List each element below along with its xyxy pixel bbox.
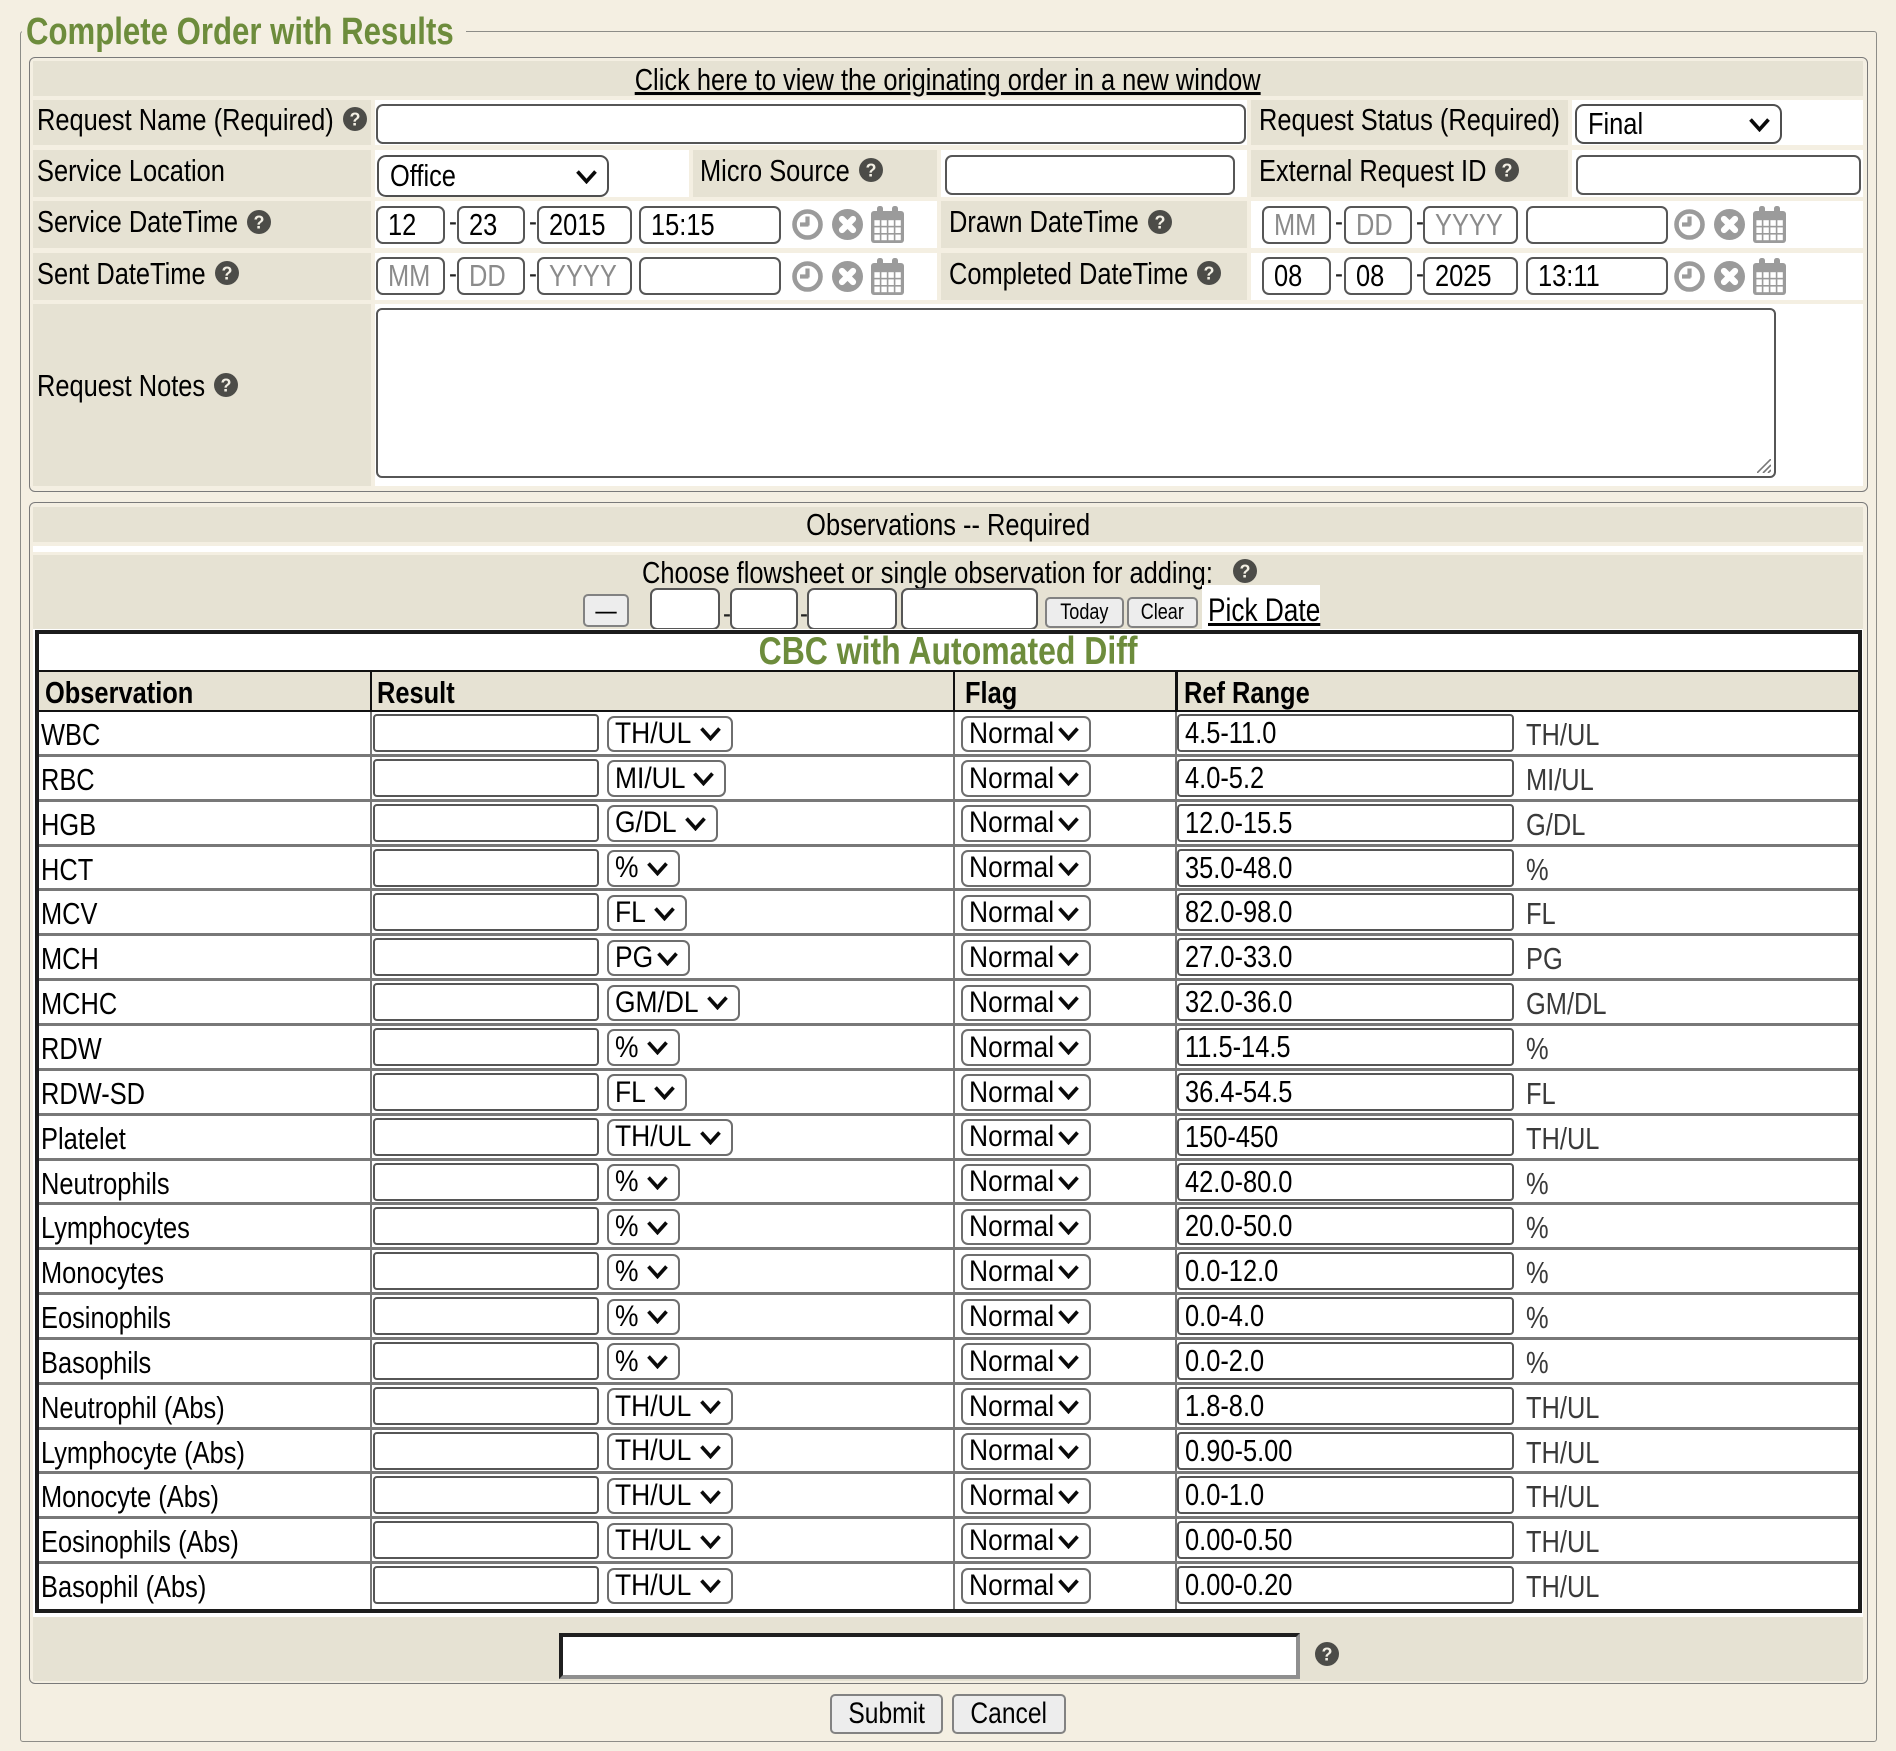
- svg-text:?: ?: [1154, 212, 1165, 232]
- svg-text:?: ?: [349, 110, 360, 130]
- svg-text:?: ?: [1204, 264, 1215, 284]
- svg-text:?: ?: [1239, 561, 1250, 581]
- svg-text:?: ?: [865, 161, 876, 181]
- svg-text:?: ?: [221, 376, 232, 396]
- svg-text:?: ?: [1502, 161, 1513, 181]
- svg-text:?: ?: [254, 212, 265, 232]
- svg-text:?: ?: [221, 264, 232, 284]
- svg-text:?: ?: [1322, 1645, 1333, 1665]
